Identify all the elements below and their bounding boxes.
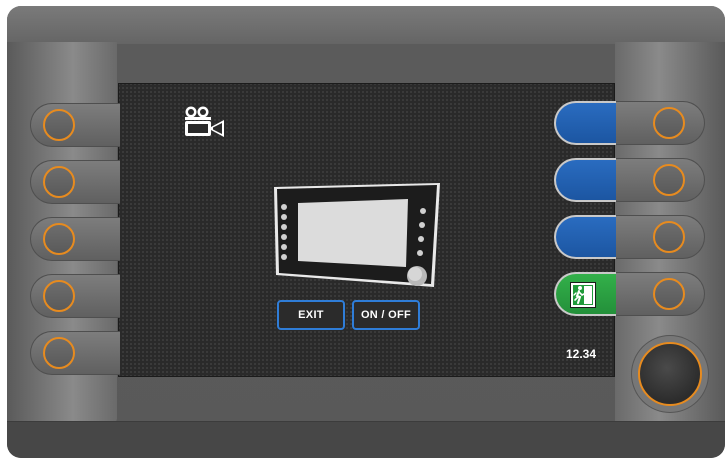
display-monitor-icon bbox=[274, 183, 440, 287]
emergency-exit-icon bbox=[570, 282, 596, 308]
bezel-top-edge bbox=[7, 6, 725, 44]
right-hardware-button-4[interactable] bbox=[615, 272, 705, 316]
left-hardware-button-3[interactable] bbox=[30, 217, 120, 261]
exit-button[interactable]: EXIT bbox=[277, 300, 345, 330]
button-ring bbox=[43, 109, 75, 141]
on-off-button[interactable]: ON / OFF bbox=[352, 300, 420, 330]
rotary-knob[interactable] bbox=[632, 336, 708, 412]
right-hardware-button-1[interactable] bbox=[615, 101, 705, 145]
button-ring bbox=[653, 221, 685, 253]
button-ring bbox=[653, 107, 685, 139]
right-hardware-button-2[interactable] bbox=[615, 158, 705, 202]
bezel-bottom-edge bbox=[7, 421, 725, 458]
left-hardware-button-4[interactable] bbox=[30, 274, 120, 318]
button-ring bbox=[653, 164, 685, 196]
left-hardware-button-5[interactable] bbox=[30, 331, 120, 375]
clock-display: 12.34 bbox=[566, 347, 597, 361]
left-hardware-button-2[interactable] bbox=[30, 160, 120, 204]
soft-key-1[interactable] bbox=[554, 101, 616, 145]
soft-key-3[interactable] bbox=[554, 215, 616, 259]
right-hardware-button-3[interactable] bbox=[615, 215, 705, 259]
button-ring bbox=[43, 280, 75, 312]
button-ring bbox=[43, 337, 75, 369]
left-hardware-button-1[interactable] bbox=[30, 103, 120, 147]
button-ring bbox=[43, 223, 75, 255]
soft-key-exit[interactable] bbox=[554, 272, 616, 316]
button-ring bbox=[653, 278, 685, 310]
knob-center bbox=[638, 342, 702, 406]
button-ring bbox=[43, 166, 75, 198]
soft-key-2[interactable] bbox=[554, 158, 616, 202]
video-camera-icon bbox=[185, 106, 224, 137]
